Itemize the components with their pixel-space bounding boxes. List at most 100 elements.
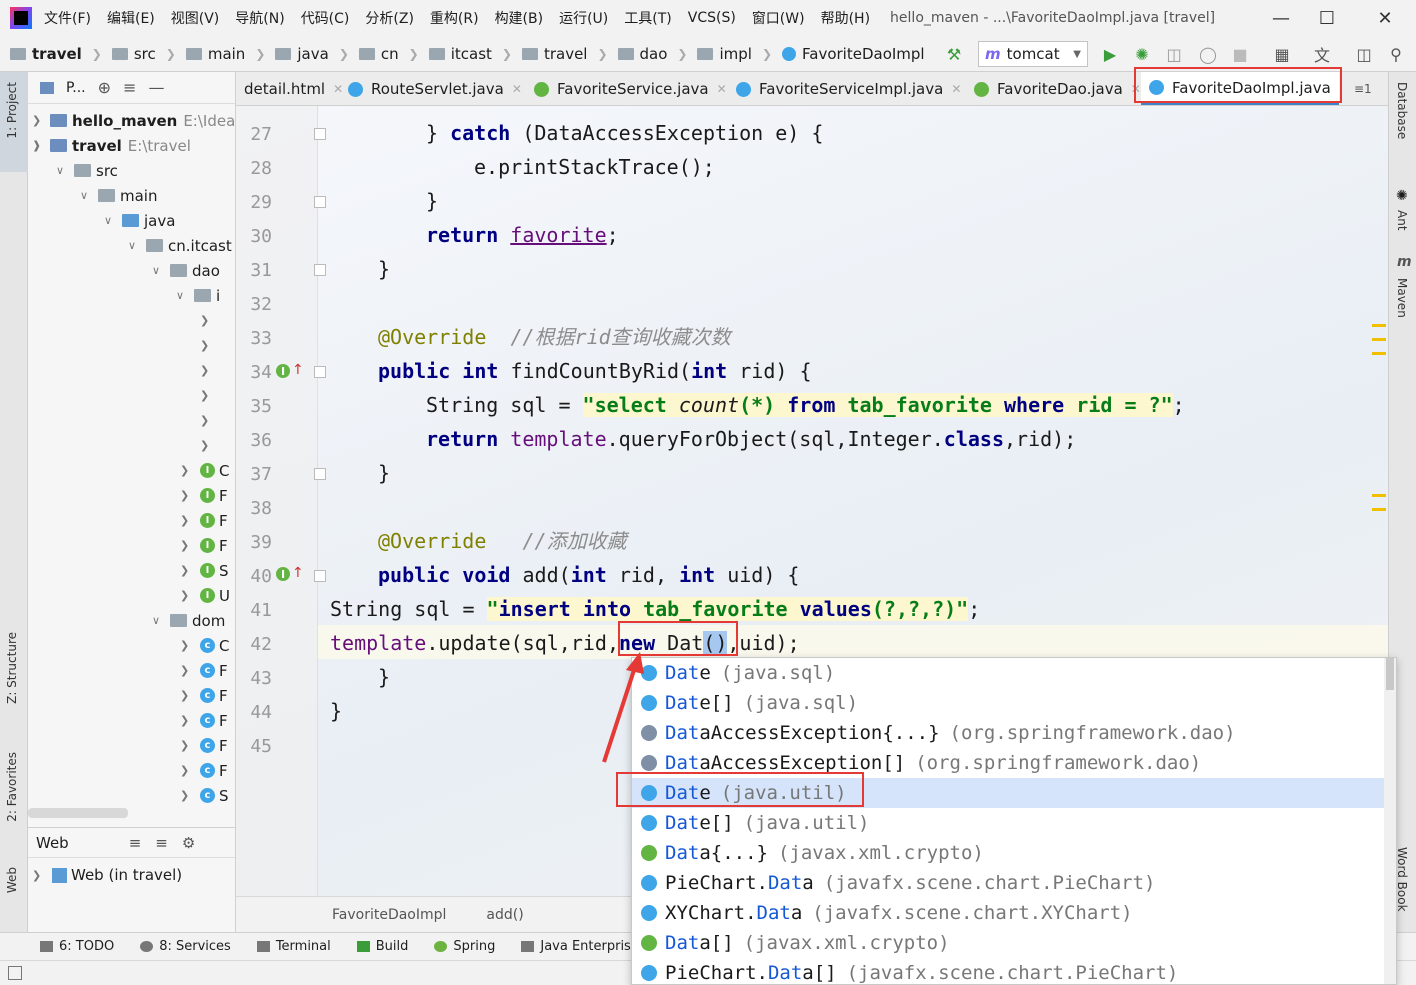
fold-marker-icon[interactable]	[314, 264, 326, 276]
tree-node-interface[interactable]: ❯ I F	[180, 533, 228, 558]
breadcrumb-travel-pkg[interactable]: travel ❯	[521, 45, 608, 63]
tree-node-class[interactable]: ❯ c F	[180, 658, 228, 683]
tree-node-hello-maven[interactable]: ❯ hello_maven E:\IdeaP	[32, 108, 235, 133]
breadcrumb-itcast[interactable]: itcast ❯	[428, 45, 512, 63]
tool-spring[interactable]: Spring	[434, 939, 495, 954]
tool-terminal[interactable]: Terminal	[256, 939, 331, 954]
menu-run[interactable]: 运行(U)	[559, 8, 608, 28]
debug-icon[interactable]: ✺	[1130, 42, 1154, 66]
terminal-window-icon[interactable]: ◫	[1352, 42, 1376, 66]
tab-project[interactable]: 1: Project	[5, 82, 19, 139]
breadcrumb-dao[interactable]: dao ❯	[617, 45, 687, 63]
completion-item-selected[interactable]: Dat e (java.util)	[632, 778, 1384, 808]
tree-node-class[interactable]: ❯ c F	[180, 758, 228, 783]
popup-scrollbar[interactable]	[1384, 658, 1396, 984]
tab-structure[interactable]: Z: Structure	[5, 632, 19, 704]
tree-node-class[interactable]: ❯ c C	[180, 633, 229, 658]
horizontal-scrollbar[interactable]	[28, 808, 128, 818]
coverage-icon[interactable]: ◫	[1162, 42, 1186, 66]
tree-node-java[interactable]: ∨ java	[104, 208, 175, 233]
error-stripe-mark[interactable]	[1372, 352, 1386, 355]
breadcrumb-travel[interactable]: travel ❯	[10, 45, 102, 63]
close-icon[interactable]: ✕	[951, 82, 961, 96]
tab-favorites[interactable]: 2: Favorites	[5, 752, 19, 822]
tree-node-dao[interactable]: ∨ dao	[152, 258, 220, 283]
tree-node-collapsed[interactable]: ❯	[200, 433, 214, 458]
tree-node-class[interactable]: ❯ c F	[180, 683, 228, 708]
breadcrumb-cn[interactable]: cn ❯	[358, 45, 419, 63]
close-icon[interactable]: ✕	[1131, 82, 1141, 96]
tree-node-web[interactable]: ❯ Web (in travel)	[28, 858, 235, 884]
tree-node-travel[interactable]: ❱ travel E:\travel	[32, 133, 191, 158]
tab-web[interactable]: Web	[5, 867, 19, 893]
search-icon[interactable]: ⚲	[1384, 42, 1408, 66]
tool-build[interactable]: Build	[356, 939, 408, 954]
tab-ant[interactable]: Ant	[1395, 210, 1409, 231]
profile-icon[interactable]: ◯	[1196, 42, 1220, 66]
locate-icon[interactable]: ⊕	[98, 78, 111, 97]
fold-marker-icon[interactable]	[314, 570, 326, 582]
breadcrumb-main[interactable]: main ❯	[185, 45, 265, 63]
breadcrumb-class[interactable]: FavoriteDaoImpl	[332, 907, 446, 923]
completion-item[interactable]: PieChart. Dat a (javafx.scene.chart.PieChar…	[632, 868, 1384, 898]
fold-marker-icon[interactable]	[314, 468, 326, 480]
tree-node-collapsed[interactable]: ❯	[200, 358, 214, 383]
tab-maven[interactable]: Maven	[1395, 278, 1409, 318]
scrollbar-thumb[interactable]	[1386, 658, 1394, 690]
close-icon[interactable]: ✕	[717, 82, 727, 96]
maximize-icon[interactable]: ☐	[1304, 0, 1350, 36]
tree-node-class[interactable]: ❯ c F	[180, 733, 228, 758]
tab-favorite-service[interactable]: FavoriteService.java ✕	[526, 72, 735, 105]
minimize-icon[interactable]: —	[1258, 0, 1304, 36]
tab-favorite-dao-impl[interactable]: FavoriteDaoImpl.java	[1141, 72, 1339, 105]
menu-edit[interactable]: 编辑(E)	[107, 8, 155, 28]
tool-java-enterprise[interactable]: Java Enterprise	[521, 939, 639, 954]
collapse-all-icon[interactable]: ≡	[123, 78, 136, 97]
tree-node-class[interactable]: ❯ c S	[180, 783, 229, 808]
menu-refactor[interactable]: 重构(R)	[430, 8, 479, 28]
breadcrumb-class[interactable]: FavoriteDaoImpl	[782, 45, 925, 63]
menu-code[interactable]: 代码(C)	[301, 8, 350, 28]
menu-build[interactable]: 构建(B)	[495, 8, 544, 28]
tab-overflow-button[interactable]: ≡1	[1346, 72, 1380, 105]
menu-window[interactable]: 窗口(W)	[752, 8, 805, 28]
error-stripe-mark[interactable]	[1372, 324, 1386, 327]
tree-node-collapsed[interactable]: ❯	[200, 308, 214, 333]
implements-icon[interactable]: I	[276, 567, 290, 581]
tool-services[interactable]: 8: Services	[140, 939, 231, 954]
tab-favorite-service-impl[interactable]: FavoriteServiceImpl.java ✕	[728, 72, 969, 105]
run-config-select[interactable]: m tomcat ▼	[978, 41, 1088, 67]
completion-item[interactable]: Dat a{...} (javax.xml.crypto)	[632, 838, 1384, 868]
tab-database[interactable]: Database	[1395, 82, 1409, 139]
close-icon[interactable]: ✕	[512, 82, 522, 96]
web-panel-tools-icon[interactable]: ≡≡⚙	[129, 834, 210, 852]
menu-file[interactable]: 文件(F)	[44, 8, 91, 28]
completion-item[interactable]: Dat aAccessException{...} (org.springframe…	[632, 718, 1384, 748]
tree-node-class[interactable]: ❯ c F	[180, 708, 228, 733]
tree-node-interface[interactable]: ❯ I U	[180, 583, 230, 608]
completion-item[interactable]: Dat e[] (java.sql)	[632, 688, 1384, 718]
completion-item[interactable]: Dat e (java.sql)	[632, 658, 1384, 688]
tree-node-src[interactable]: ∨ src	[56, 158, 118, 183]
tree-node-collapsed[interactable]: ❯	[200, 333, 214, 358]
completion-item[interactable]: Dat a[] (javax.xml.crypto)	[632, 928, 1384, 958]
tree-node-domain[interactable]: ∨ dom	[152, 608, 225, 633]
tab-detail-html[interactable]: detail.html ✕	[236, 72, 351, 105]
fold-marker-icon[interactable]	[314, 128, 326, 140]
tree-node-collapsed[interactable]: ❯	[200, 383, 214, 408]
menu-view[interactable]: 视图(V)	[171, 8, 220, 28]
breadcrumb-src[interactable]: src ❯	[111, 45, 176, 63]
tree-node-collapsed[interactable]: ❯	[200, 408, 214, 433]
completion-item[interactable]: Dat e[] (java.util)	[632, 808, 1384, 838]
tree-node-interface[interactable]: ❯ I C	[180, 458, 229, 483]
tab-word-book[interactable]: Word Book	[1395, 847, 1409, 912]
project-view-select[interactable]: P...	[66, 80, 86, 96]
translate-icon[interactable]: 文	[1310, 42, 1334, 66]
stop-icon[interactable]: ■	[1228, 42, 1252, 66]
tab-route-servlet[interactable]: RouteServlet.java ✕	[340, 72, 530, 105]
breadcrumb-impl[interactable]: impl ❯	[697, 45, 772, 63]
tree-node-main[interactable]: ∨ main	[80, 183, 157, 208]
completion-item[interactable]: XYChart. Dat a (javafx.scene.chart.XYChart)	[632, 898, 1384, 928]
error-stripe-mark[interactable]	[1372, 508, 1386, 511]
error-stripe-mark[interactable]	[1372, 338, 1386, 341]
